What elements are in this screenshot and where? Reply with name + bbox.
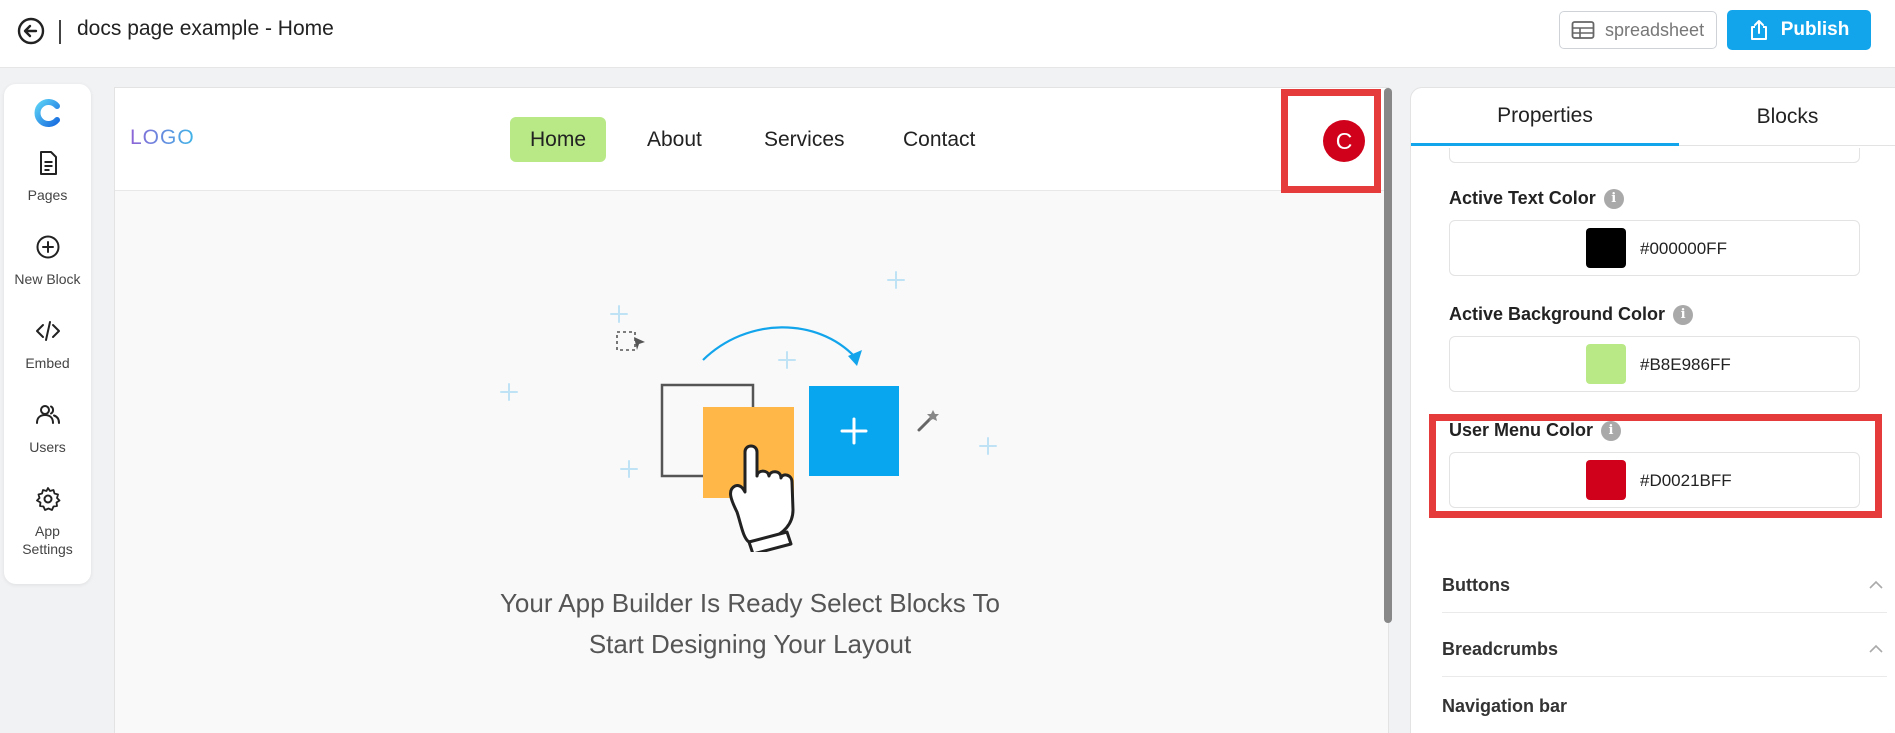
canvas-scrollbar[interactable]: [1384, 88, 1392, 623]
empty-state-illustration-icon: [500, 271, 997, 552]
sidebar-item-pages[interactable]: Pages: [4, 150, 91, 204]
color-swatch[interactable]: [1586, 344, 1626, 384]
site-navigation-bar[interactable]: LOGO Home About Services Contact C: [115, 88, 1388, 191]
sidebar-item-label: Embed: [25, 355, 70, 371]
share-upload-icon: [1750, 20, 1767, 40]
sidebar-item-label: Pages: [27, 187, 68, 203]
code-icon: [35, 321, 60, 341]
highlight-user-avatar: [1281, 89, 1381, 193]
back-arrow-icon: [17, 17, 45, 45]
site-logo[interactable]: LOGO: [130, 126, 195, 150]
publish-label: Publish: [1780, 19, 1850, 40]
section-title: Breadcrumbs: [1442, 638, 1559, 659]
nav-link-services[interactable]: Services: [764, 117, 845, 162]
tab-properties[interactable]: Properties: [1411, 88, 1679, 146]
chevron-up-icon: [1869, 580, 1883, 589]
sidebar-item-label: App Settings: [22, 523, 73, 557]
right-panel: Properties Blocks Active Text Color i #0…: [1410, 87, 1895, 733]
title-divider: [59, 20, 61, 44]
info-icon[interactable]: i: [1603, 188, 1624, 209]
active-text-color-label: Active Text Color i: [1449, 188, 1624, 209]
page-title: docs page example - Home: [77, 17, 334, 40]
previous-color-field[interactable]: [1449, 148, 1860, 163]
sidebar-item-label: Users: [29, 439, 66, 455]
publish-button[interactable]: Publish: [1727, 10, 1871, 50]
left-sidebar: Pages New Block Embed Users App Settings: [4, 84, 91, 584]
app-logo-icon: [34, 99, 60, 127]
sidebar-item-users[interactable]: Users: [4, 402, 91, 456]
nav-link-about[interactable]: About: [647, 117, 702, 162]
tab-blocks[interactable]: Blocks: [1679, 88, 1895, 146]
empty-message-line-1: Your App Builder Is Ready Select Blocks …: [499, 588, 1001, 618]
empty-state-message: Your App Builder Is Ready Select Blocks …: [470, 583, 1030, 665]
sidebar-item-embed[interactable]: Embed: [4, 318, 91, 372]
active-text-color-field[interactable]: #000000FF: [1449, 220, 1860, 276]
nav-link-contact[interactable]: Contact: [903, 117, 975, 162]
spreadsheet-label: spreadsheet: [1605, 19, 1705, 40]
section-navigation-bar[interactable]: Navigation bar: [1442, 696, 1887, 733]
top-bar: docs page example - Home spreadsheet Pub…: [0, 0, 1895, 68]
document-icon: [39, 151, 57, 175]
chevron-up-icon: [1869, 644, 1883, 653]
empty-message-line-2: Start Designing Your Layout: [588, 629, 912, 659]
color-swatch[interactable]: [1586, 228, 1626, 268]
panel-tabs: Properties Blocks: [1411, 88, 1895, 146]
gear-icon: [35, 487, 60, 511]
property-label-text: Active Text Color: [1449, 188, 1596, 208]
active-background-color-label: Active Background Color i: [1449, 304, 1694, 325]
table-icon: [1571, 21, 1595, 39]
plus-circle-icon: [36, 235, 59, 259]
section-title: Navigation bar: [1442, 696, 1568, 716]
spreadsheet-button[interactable]: spreadsheet: [1559, 11, 1717, 49]
sidebar-item-new-block[interactable]: New Block: [4, 234, 91, 288]
highlight-user-menu-color: [1429, 414, 1882, 518]
color-value: #000000FF: [1640, 239, 1727, 258]
section-title: Buttons: [1442, 574, 1510, 595]
sidebar-item-label: New Block: [14, 271, 81, 287]
section-breadcrumbs[interactable]: Breadcrumbs: [1442, 622, 1887, 677]
color-value: #B8E986FF: [1640, 355, 1731, 374]
users-icon: [35, 405, 60, 424]
info-icon[interactable]: i: [1673, 304, 1694, 325]
property-label-text: Active Background Color: [1449, 304, 1666, 324]
section-buttons[interactable]: Buttons: [1442, 558, 1887, 613]
active-background-color-field[interactable]: #B8E986FF: [1449, 336, 1860, 392]
sidebar-item-app-settings[interactable]: App Settings: [4, 486, 91, 558]
nav-link-home[interactable]: Home: [510, 117, 607, 162]
back-button[interactable]: [16, 16, 46, 46]
